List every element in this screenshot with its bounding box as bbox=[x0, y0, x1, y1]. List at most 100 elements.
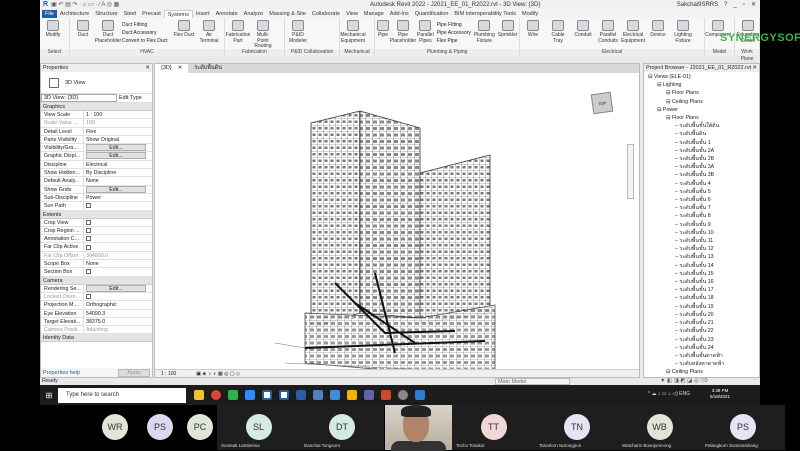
user-menu[interactable]: Sakchai9SRRS bbox=[677, 2, 718, 8]
checkbox[interactable] bbox=[86, 244, 91, 250]
tree-item[interactable]: – ระดับพื้นชั้น 18 bbox=[644, 294, 759, 302]
tab-add-ins[interactable]: Add-Ins bbox=[387, 10, 412, 18]
property-value[interactable] bbox=[84, 219, 152, 226]
apply-button[interactable]: Apply bbox=[118, 368, 150, 377]
property-group-graphics[interactable]: Graphics bbox=[41, 103, 152, 111]
tree-item[interactable]: – ระดับพื้นชั้น 4 bbox=[644, 180, 759, 188]
selection-filters[interactable]: ▼ ◧ ◨ ◩ ◪ ◎ ▽0 bbox=[660, 378, 708, 385]
tab-architecture[interactable]: Architecture bbox=[57, 10, 92, 18]
properties-help-link[interactable]: Properties help bbox=[43, 370, 80, 376]
tree-item[interactable]: – ระดับพื้นชั้น 20 bbox=[644, 311, 759, 319]
participant-tile[interactable]: WR bbox=[95, 405, 135, 450]
tree-item[interactable]: – ระดับพื้นชั้น 5 bbox=[644, 188, 759, 196]
tab-massing-site[interactable]: Massing & Site bbox=[266, 10, 309, 18]
property-group-camera[interactable]: Camera bbox=[41, 276, 152, 285]
property-value[interactable]: Fine bbox=[84, 128, 152, 135]
navigation-bar[interactable] bbox=[627, 144, 634, 199]
remote-desktop-icon[interactable] bbox=[415, 390, 425, 400]
panel-label[interactable]: Mechanical bbox=[340, 49, 374, 56]
powerpoint-icon[interactable] bbox=[381, 390, 391, 400]
checkbox[interactable] bbox=[86, 294, 91, 300]
property-value[interactable]: 54090.3 bbox=[84, 310, 152, 317]
tree-item[interactable]: – ระดับพื้นชั้น 11 bbox=[644, 237, 759, 245]
tree-item[interactable]: – ระดับพื้นชั้น 7 bbox=[644, 204, 759, 212]
property-value[interactable]: Electrical bbox=[84, 161, 152, 168]
close-icon[interactable]: ✕ bbox=[178, 64, 183, 73]
settings-icon[interactable] bbox=[398, 390, 408, 400]
tab-steel[interactable]: Steel bbox=[121, 10, 140, 18]
property-value[interactable]: Edit... bbox=[84, 144, 152, 152]
participant-tile[interactable]: TT Techo Tosakul bbox=[452, 405, 535, 450]
clock[interactable]: 3:38 PM 5/18/2021 bbox=[710, 388, 730, 400]
property-value[interactable]: By Discipline bbox=[84, 169, 152, 176]
document-icon[interactable] bbox=[313, 390, 323, 400]
property-value[interactable]: Edit... bbox=[84, 152, 152, 160]
revit-icon[interactable] bbox=[262, 390, 272, 400]
panel-label[interactable]: HVAC bbox=[70, 49, 224, 56]
tab-annotate[interactable]: Annotate bbox=[213, 10, 241, 18]
property-value[interactable]: Power bbox=[84, 194, 152, 201]
panel-label[interactable]: Model bbox=[705, 49, 734, 56]
tool-convert-to-flex-duct-button[interactable]: Convert to Flex Duct bbox=[122, 38, 170, 44]
tree-item[interactable]: – ระดับพื้นชั้น 2A bbox=[644, 147, 759, 155]
property-value[interactable] bbox=[84, 243, 152, 250]
tree-item[interactable]: – ระดับพื้นชั้น 17 bbox=[644, 286, 759, 294]
tab-collaborate[interactable]: Collaborate bbox=[309, 10, 343, 18]
tree-item[interactable]: ⊟ Ceiling Plans bbox=[644, 98, 759, 106]
panel-label[interactable]: Select bbox=[40, 49, 69, 56]
tree-item[interactable]: – ระดับหลังคาดาดฟ้า bbox=[644, 360, 759, 368]
close-button[interactable]: ✕ bbox=[751, 1, 756, 8]
property-value[interactable]: None bbox=[84, 260, 152, 267]
navisworks-icon[interactable] bbox=[296, 390, 306, 400]
tree-item[interactable]: – ระดับพื้นชั้น 13 bbox=[644, 253, 759, 261]
participant-tile[interactable]: SL Surasak Lambensa bbox=[217, 405, 300, 450]
participant-tile[interactable]: WB Watcharin Boonjumnong bbox=[618, 405, 701, 450]
participant-tile[interactable]: DT Danchai Tongsom bbox=[300, 405, 384, 450]
restore-button[interactable]: ▫ bbox=[743, 2, 745, 8]
tab-view[interactable]: View bbox=[343, 10, 361, 18]
property-value[interactable] bbox=[84, 202, 152, 209]
property-value[interactable]: Edit... bbox=[84, 185, 152, 193]
tool-pipe-fitting-button[interactable]: Pipe Fitting bbox=[437, 22, 471, 28]
property-group-identity-data[interactable]: Identity Data bbox=[41, 334, 152, 343]
tree-item[interactable]: ⊟ Lighting bbox=[644, 81, 759, 89]
panel-label[interactable]: Work Plane bbox=[735, 49, 759, 62]
property-value[interactable]: 38375.0 bbox=[84, 318, 152, 325]
tab-manage[interactable]: Manage bbox=[361, 10, 387, 18]
tree-item[interactable]: ⊟ Ceiling Plans bbox=[644, 368, 759, 376]
sticky-notes-icon[interactable] bbox=[347, 390, 357, 400]
tree-item[interactable]: – ระดับพื้นชั้น 15 bbox=[644, 270, 759, 278]
tree-item[interactable]: ⊟ Views (ELE-01) bbox=[644, 73, 759, 81]
tool-flex-pipe-button[interactable]: Flex Pipe bbox=[437, 38, 471, 44]
tree-item[interactable]: – ระดับพื้นชั้น 10 bbox=[644, 229, 759, 237]
line-icon[interactable] bbox=[228, 390, 238, 400]
tree-item[interactable]: – ระดับพื้นชั้น 12 bbox=[644, 245, 759, 253]
taskbar-search[interactable]: Type here to search bbox=[58, 387, 186, 403]
view-instance-selector[interactable]: 3D View: {3D} bbox=[41, 94, 117, 102]
property-value[interactable]: Orthographic bbox=[84, 301, 152, 308]
property-value[interactable]: 304800.0 bbox=[84, 252, 152, 259]
property-value[interactable]: Edit... bbox=[84, 284, 152, 292]
tree-item[interactable]: – ระดับพื้นชั้น 23 bbox=[644, 336, 759, 344]
app-s-icon[interactable] bbox=[330, 390, 340, 400]
tab-modify[interactable]: Modify bbox=[519, 10, 541, 18]
active-model-selector[interactable]: Main Model bbox=[495, 378, 570, 385]
tree-item[interactable]: – ระดับพื้นชั้น 3A bbox=[644, 163, 759, 171]
property-value[interactable] bbox=[84, 268, 152, 275]
chrome-icon[interactable] bbox=[211, 390, 221, 400]
tree-item[interactable]: – ระดับพื้นชั้น 6 bbox=[644, 196, 759, 204]
minimize-button[interactable]: _ bbox=[733, 2, 736, 8]
tab-file[interactable]: File bbox=[42, 10, 57, 18]
tree-item[interactable]: – ระดับพื้นชั้น 24 bbox=[644, 344, 759, 352]
tree-item[interactable]: – ระดับพื้นชั้น 9 bbox=[644, 221, 759, 229]
view-controls[interactable]: ▣ ◈ ☼ ◐ ▦ ◎ ▢ ◇ bbox=[196, 371, 240, 377]
property-value[interactable] bbox=[84, 227, 152, 234]
checkbox[interactable] bbox=[86, 203, 91, 209]
tree-item[interactable]: – ระดับพื้นดิน bbox=[644, 130, 759, 138]
teams-icon[interactable] bbox=[364, 390, 374, 400]
tree-item[interactable]: ⊟ Floor Plans bbox=[644, 89, 759, 97]
property-group-extents[interactable]: Extents bbox=[41, 210, 152, 219]
checkbox[interactable] bbox=[86, 269, 91, 275]
tree-item[interactable]: – ระดับพื้นชั้น 22 bbox=[644, 327, 759, 335]
tool-duct-accessory-button[interactable]: Duct Accessory bbox=[122, 30, 170, 36]
